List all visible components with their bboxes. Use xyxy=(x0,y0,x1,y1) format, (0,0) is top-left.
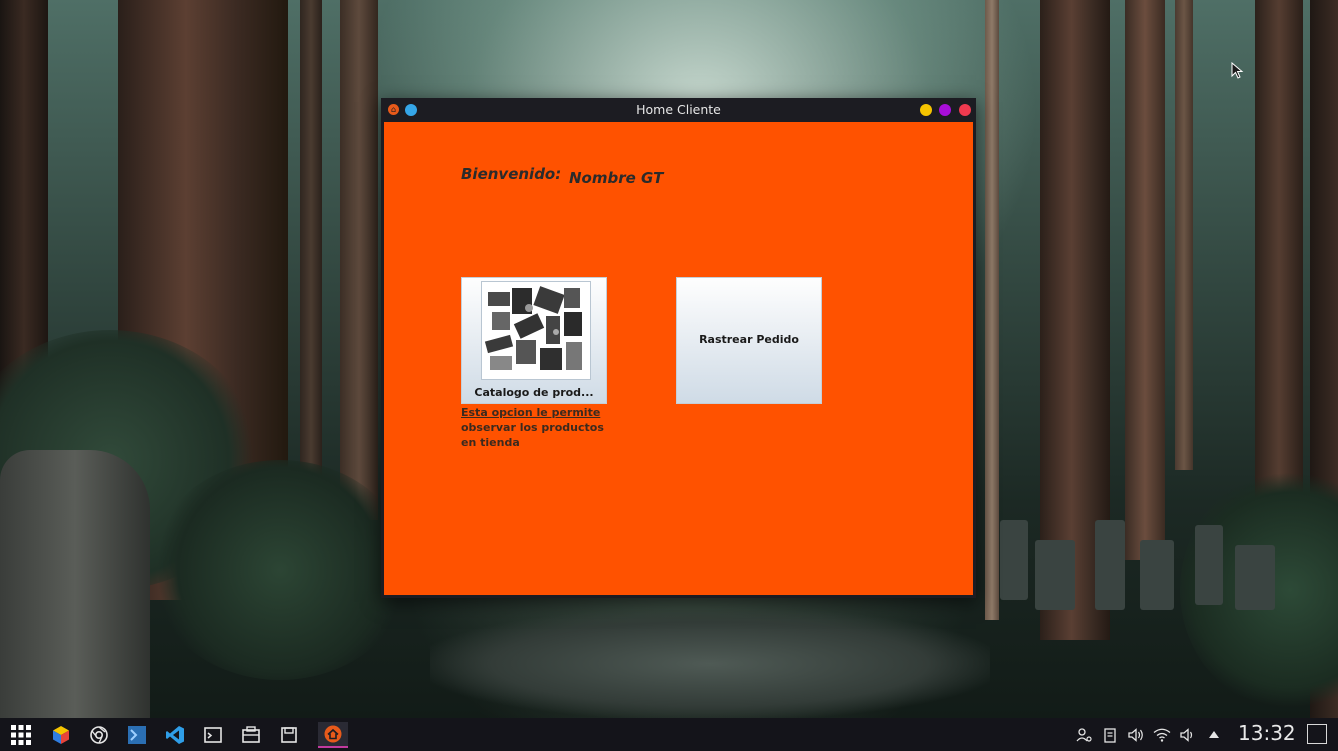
console-icon[interactable] xyxy=(200,722,226,748)
track-order-button[interactable]: Rastrear Pedido xyxy=(676,277,822,404)
catalog-description-line: observar los productos xyxy=(461,421,604,434)
home-app-icon[interactable] xyxy=(318,722,348,748)
mouse-cursor-icon xyxy=(1231,62,1244,79)
welcome-label: Bienvenido: xyxy=(461,165,562,183)
tree-trunk xyxy=(985,0,999,620)
home-cliente-window: ⌂ Home Cliente Bienvenido: Nombre GT Cat… xyxy=(381,98,976,598)
grave-stone xyxy=(1235,545,1275,610)
volume-icon[interactable] xyxy=(1123,722,1149,748)
grave-stone xyxy=(1195,525,1223,605)
foliage xyxy=(150,460,410,680)
track-order-button-label: Rastrear Pedido xyxy=(699,333,799,346)
grave-stone xyxy=(1035,540,1075,610)
package-icon[interactable] xyxy=(276,722,302,748)
clipboard-icon[interactable] xyxy=(1097,722,1123,748)
minimize-button[interactable] xyxy=(920,104,932,116)
forest-path xyxy=(430,610,990,718)
grave-stone xyxy=(1095,520,1125,610)
rock xyxy=(0,450,150,718)
window-icon[interactable] xyxy=(238,722,264,748)
clock[interactable]: 13:32 xyxy=(1238,721,1296,745)
window-titlebar[interactable]: ⌂ Home Cliente xyxy=(381,98,976,122)
window-title: Home Cliente xyxy=(636,102,721,117)
taskbar: 13:32 xyxy=(0,718,1338,751)
tree-trunk xyxy=(340,0,378,520)
grave-stone xyxy=(1000,520,1028,600)
window-content: Bienvenido: Nombre GT Catalogo de prod..… xyxy=(384,122,973,595)
close-button[interactable] xyxy=(959,104,971,116)
vscode-icon[interactable] xyxy=(162,722,188,748)
devices-catalog-image xyxy=(481,281,591,380)
catalog-description-line: Esta opcion le permite xyxy=(461,406,601,419)
grave-stone xyxy=(1140,540,1174,610)
terminal-blue-icon[interactable] xyxy=(124,722,150,748)
catalog-button-label: Catalogo de prod... xyxy=(474,386,594,399)
arrow-up-icon[interactable] xyxy=(1201,722,1227,748)
catalog-description-line: en tienda xyxy=(461,436,520,449)
app-grid-icon[interactable] xyxy=(8,722,34,748)
catalog-description: Esta opcion le permite observar los prod… xyxy=(461,405,611,450)
chrome-icon[interactable] xyxy=(86,722,112,748)
network-user-icon[interactable] xyxy=(1071,722,1097,748)
catalog-button[interactable]: Catalogo de prod... xyxy=(461,277,607,404)
show-desktop-button[interactable] xyxy=(1307,724,1327,744)
tree-trunk xyxy=(1175,0,1193,470)
color-cube-icon[interactable] xyxy=(48,722,74,748)
tree-trunk xyxy=(1255,0,1303,500)
wifi-icon[interactable] xyxy=(1149,722,1175,748)
maximize-button[interactable] xyxy=(939,104,951,116)
speaker-icon[interactable] xyxy=(1175,722,1201,748)
tree-trunk xyxy=(1125,0,1165,560)
username-label: Nombre GT xyxy=(569,169,664,187)
